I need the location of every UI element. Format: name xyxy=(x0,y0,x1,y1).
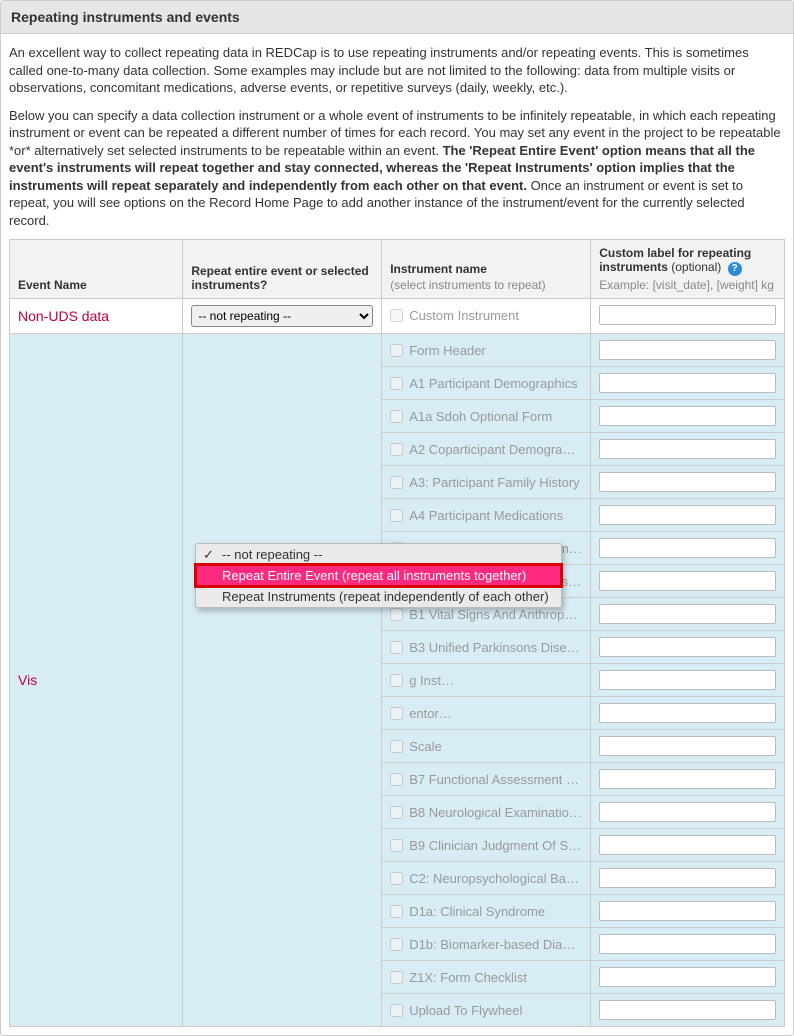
instrument-label: Form Header xyxy=(409,343,582,358)
custom-label-input[interactable] xyxy=(599,868,776,888)
custom-label-input[interactable] xyxy=(599,373,776,393)
instrument-label: B1 Vital Signs And Anthropom… xyxy=(409,607,582,622)
instrument-checkbox[interactable] xyxy=(390,509,403,522)
instrument-label: Upload To Flywheel xyxy=(409,1003,582,1018)
instrument-label: D1a: Clinical Syndrome xyxy=(409,904,582,919)
instrument-checkbox[interactable] xyxy=(390,806,403,819)
table-row: Non-UDS data -- not repeating -- Custom In… xyxy=(10,299,785,334)
instrument-checkbox[interactable] xyxy=(390,839,403,852)
custom-label-input[interactable] xyxy=(599,538,776,558)
dropdown-opt-not-repeating[interactable]: -- not repeating -- xyxy=(196,544,561,565)
custom-label-input[interactable] xyxy=(599,802,776,822)
instrument-checkbox[interactable] xyxy=(390,641,403,654)
custom-label-input[interactable] xyxy=(599,901,776,921)
instrument-checkbox[interactable] xyxy=(390,476,403,489)
instrument-checkbox[interactable] xyxy=(390,971,403,984)
custom-label-input[interactable] xyxy=(599,571,776,591)
instrument-checkbox[interactable] xyxy=(390,773,403,786)
col-event: Event Name xyxy=(10,240,183,299)
instrument-checkbox[interactable] xyxy=(390,377,403,390)
repeat-select[interactable]: -- not repeating -- xyxy=(191,305,373,327)
custom-label-input[interactable] xyxy=(599,670,776,690)
instrument-label: B3 Unified Parkinsons Diseas… xyxy=(409,640,582,655)
custom-label-input[interactable] xyxy=(599,835,776,855)
instrument-checkbox[interactable] xyxy=(390,309,403,322)
instrument-checkbox[interactable] xyxy=(390,740,403,753)
panel-title: Repeating instruments and events xyxy=(1,1,793,34)
custom-label-input[interactable] xyxy=(599,604,776,624)
custom-label-input[interactable] xyxy=(599,934,776,954)
intro-paragraph-1: An excellent way to collect repeating da… xyxy=(9,44,785,97)
event-name: Non-UDS data xyxy=(18,308,109,324)
custom-label-input[interactable] xyxy=(599,637,776,657)
instrument-checkbox[interactable] xyxy=(390,443,403,456)
custom-label-input[interactable] xyxy=(599,1000,776,1020)
instrument-label: A1 Participant Demographics xyxy=(409,376,582,391)
instrument-checkbox[interactable] xyxy=(390,410,403,423)
instrument-checkbox[interactable] xyxy=(390,608,403,621)
instrument-label: Z1X: Form Checklist xyxy=(409,970,582,985)
instrument-label: B8 Neurological Examination … xyxy=(409,805,582,820)
col-repeat: Repeat entire event or selected instrume… xyxy=(183,240,382,299)
dropdown-opt-repeat-entire-event[interactable]: Repeat Entire Event (repeat all instrume… xyxy=(196,565,561,586)
instrument-label: A2 Coparticipant Demographics xyxy=(409,442,582,457)
help-icon[interactable]: ? xyxy=(728,262,742,276)
custom-label-input[interactable] xyxy=(599,736,776,756)
instrument-label: Scale xyxy=(409,739,582,754)
repeating-table: Event Name Repeat entire event or select… xyxy=(9,239,785,1027)
instrument-label: C2: Neuropsychological Batte… xyxy=(409,871,582,886)
col-instrument: Instrument name (select instruments to r… xyxy=(382,240,591,299)
custom-label-input[interactable] xyxy=(599,472,776,492)
custom-label-input[interactable] xyxy=(599,505,776,525)
instrument-checkbox[interactable] xyxy=(390,905,403,918)
custom-label-input[interactable] xyxy=(599,340,776,360)
instrument-checkbox[interactable] xyxy=(390,938,403,951)
custom-label-input[interactable] xyxy=(599,406,776,426)
repeat-dropdown-menu[interactable]: -- not repeating -- Repeat Entire Event … xyxy=(195,543,562,608)
instrument-label: Custom Instrument xyxy=(409,308,582,323)
dropdown-opt-repeat-instruments[interactable]: Repeat Instruments (repeat independently… xyxy=(196,586,561,607)
custom-label-input[interactable] xyxy=(599,769,776,789)
instrument-label: A4 Participant Medications xyxy=(409,508,582,523)
custom-label-input[interactable] xyxy=(599,305,776,325)
instrument-label: entor… xyxy=(409,706,582,721)
event-name: Vis xyxy=(18,672,37,688)
custom-label-input[interactable] xyxy=(599,967,776,987)
instrument-checkbox[interactable] xyxy=(390,1004,403,1017)
instrument-label: g Inst… xyxy=(409,673,582,688)
custom-label-input[interactable] xyxy=(599,439,776,459)
instrument-label: B7 Functional Assessment Sca… xyxy=(409,772,582,787)
intro-paragraph-2: Below you can specify a data collection … xyxy=(9,107,785,230)
table-row: VisForm Header xyxy=(10,334,785,367)
instrument-checkbox[interactable] xyxy=(390,872,403,885)
col-custom-label: Custom label for repeating instruments (… xyxy=(591,240,785,299)
instrument-checkbox[interactable] xyxy=(390,707,403,720)
instrument-checkbox[interactable] xyxy=(390,344,403,357)
instrument-label: D1b: Biomarker-based Diagn… xyxy=(409,937,582,952)
custom-label-input[interactable] xyxy=(599,703,776,723)
instrument-label: A1a Sdoh Optional Form xyxy=(409,409,582,424)
instrument-checkbox[interactable] xyxy=(390,674,403,687)
instrument-label: B9 Clinician Judgment Of Sym… xyxy=(409,838,582,853)
instrument-label: A3: Participant Family History xyxy=(409,475,582,490)
